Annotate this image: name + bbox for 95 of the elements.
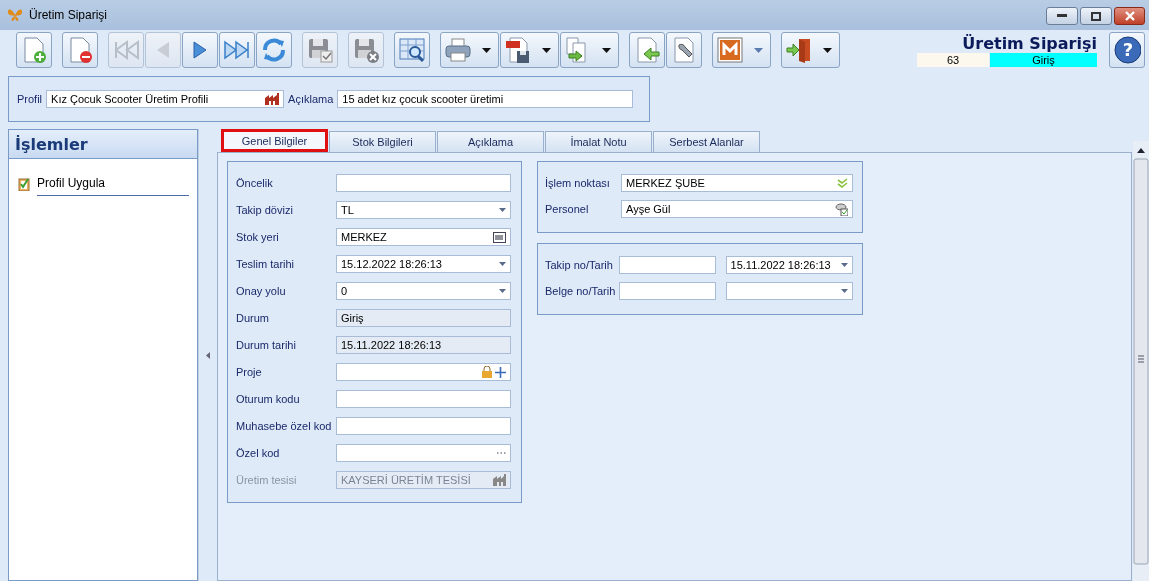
toolbar-button[interactable] [219, 32, 255, 68]
toolbar-button[interactable] [712, 32, 771, 68]
toolbar-button[interactable] [781, 32, 840, 68]
butterfly-icon [7, 7, 23, 23]
profile-field[interactable]: Kız Çocuk Scooter Üretim Profili [46, 90, 285, 108]
action-item[interactable]: Profil Uygula [18, 171, 189, 196]
lookup-field[interactable]: Ayşe Gül [621, 200, 853, 218]
panel-header: İşlemler [9, 130, 197, 159]
collapse-arrow-icon[interactable] [206, 351, 210, 359]
document-title: Üretim Siparişi [962, 34, 1097, 53]
cancel-save-icon [352, 36, 380, 64]
toolbar-button[interactable] [500, 32, 559, 68]
field-label: Oturum kodu [236, 393, 301, 405]
toolbar-button[interactable] [560, 32, 619, 68]
double-check-icon [837, 177, 848, 189]
field-label: Durum [236, 312, 270, 324]
field-label: Muhasebe özel kod [236, 420, 332, 432]
document-number: 63 [917, 53, 989, 67]
dropdown-field[interactable] [725, 282, 853, 300]
field-label: Stok yeri [236, 231, 280, 243]
printer-icon [444, 36, 472, 64]
exit-door-icon [785, 36, 813, 64]
tab[interactable]: Açıklama [437, 131, 544, 152]
tab[interactable]: Genel Bilgiler [221, 129, 328, 152]
field-label: Teslim tarihi [236, 258, 296, 270]
refresh-icon [260, 36, 288, 64]
field-label: Özel kod [236, 447, 281, 459]
tab[interactable]: Stok Bilgileri [329, 131, 436, 152]
field-label: İşlem noktası [545, 177, 611, 189]
toolbar-button[interactable] [182, 32, 218, 68]
input-field[interactable] [336, 390, 511, 408]
readonly-field[interactable]: Giriş [336, 309, 511, 327]
input-field[interactable] [619, 282, 716, 300]
toolbar-button[interactable] [440, 32, 499, 68]
close-button[interactable] [1114, 7, 1145, 25]
dropdown-field[interactable]: 15.11.2022 18:26:13 [725, 256, 853, 274]
factory-icon [493, 474, 506, 486]
clipboard-check-icon [18, 176, 30, 191]
field-label: Profil [17, 93, 43, 105]
field-label: Üretim tesisi [236, 474, 298, 486]
barcode-icon [493, 231, 506, 243]
m-logo-icon [716, 36, 744, 64]
table-search-icon [398, 36, 426, 64]
caret-icon [499, 262, 506, 266]
field-label: Onay yolu [236, 285, 287, 297]
tab[interactable]: İmalat Notu [545, 131, 652, 152]
caret-icon [841, 263, 848, 267]
field-label: Öncelik [236, 177, 274, 189]
vertical-scrollbar[interactable] [1133, 141, 1149, 581]
lookup-field[interactable]: MERKEZ ŞUBE [621, 174, 853, 192]
factory-icon [265, 93, 280, 105]
toolbar-button[interactable] [62, 32, 98, 68]
dropdown-field[interactable]: TL [336, 201, 511, 219]
lookup-field[interactable] [336, 444, 511, 462]
minimize-button[interactable] [1046, 7, 1078, 25]
field-label: Durum tarihi [236, 339, 297, 351]
caret-icon [754, 47, 763, 53]
input-field[interactable] [336, 174, 511, 192]
user-check-icon [835, 202, 848, 216]
field-label: Açıklama [288, 93, 334, 105]
toolbar-button[interactable] [666, 32, 702, 68]
window-title: Üretim Siparişi [29, 8, 107, 22]
field-label: Takip dövizi [236, 204, 294, 216]
caret-icon [499, 208, 506, 212]
input-field[interactable] [336, 417, 511, 435]
description-field[interactable]: 15 adet kız çocuk scooter üretimi [337, 90, 634, 108]
field-label: Personel [545, 203, 590, 215]
dropdown-field[interactable]: 0 [336, 282, 511, 300]
caret-icon [499, 289, 506, 293]
caret-icon [542, 47, 551, 53]
toolbar-button[interactable] [394, 32, 430, 68]
readonly-field[interactable]: 15.11.2022 18:26:13 [336, 336, 511, 354]
caret-icon [602, 47, 611, 53]
maximize-button[interactable] [1080, 7, 1112, 25]
toolbar-button[interactable] [629, 32, 665, 68]
caret-icon [823, 47, 832, 53]
caret-icon [841, 289, 848, 293]
field-label: Takip no/Tarih [545, 259, 614, 271]
plus-icon [495, 366, 506, 378]
input-field[interactable] [619, 256, 716, 274]
dropdown-field[interactable]: 15.12.2022 18:26:13 [336, 255, 511, 273]
tab[interactable]: Serbest Alanlar [653, 131, 760, 152]
caret-icon [482, 47, 491, 53]
status-badge: Giriş [990, 53, 1097, 67]
save-icon [306, 36, 334, 64]
minimize-icon [1057, 14, 1067, 18]
lookup-field[interactable] [336, 363, 511, 381]
lock-icon [482, 366, 492, 378]
pdf-icon [504, 36, 532, 64]
field-label: Belge no/Tarih [545, 285, 616, 297]
toolbar-button[interactable] [256, 32, 292, 68]
lookup-field[interactable]: MERKEZ [336, 228, 511, 246]
field-label: Proje [236, 366, 263, 378]
maximize-icon [1091, 11, 1101, 21]
close-icon [1124, 11, 1135, 21]
